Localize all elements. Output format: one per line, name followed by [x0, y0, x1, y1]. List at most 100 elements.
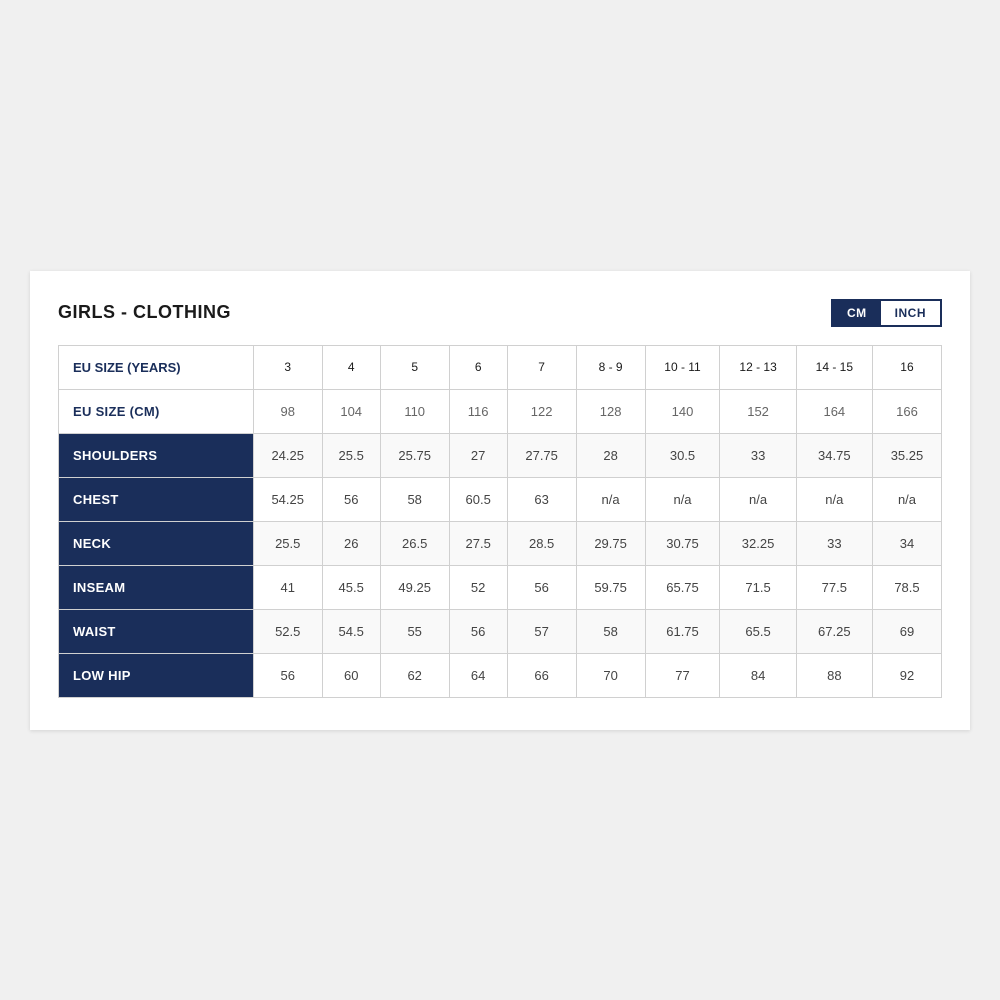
cell-4-2: 55: [380, 609, 449, 653]
cell-4-8: 67.25: [796, 609, 872, 653]
cell-3-1: 45.5: [322, 565, 380, 609]
cell-5-2: 62: [380, 653, 449, 697]
cell-4-7: 65.5: [720, 609, 796, 653]
cm-val-4: 104: [322, 389, 380, 433]
cell-1-5: n/a: [576, 477, 645, 521]
row-label-neck: NECK: [59, 521, 254, 565]
col-4: 4: [322, 345, 380, 389]
col-12-13: 12 - 13: [720, 345, 796, 389]
cell-1-8: n/a: [796, 477, 872, 521]
row-label-low-hip: LOW HIP: [59, 653, 254, 697]
cell-0-9: 35.25: [872, 433, 941, 477]
col-16: 16: [872, 345, 941, 389]
measurement-row-waist: WAIST52.554.55556575861.7565.567.2569: [59, 609, 942, 653]
cell-0-2: 25.75: [380, 433, 449, 477]
cm-val-10-11: 140: [645, 389, 720, 433]
size-years-row: EU SIZE (YEARS) 3 4 5 6 7 8 - 9 10 - 11 …: [59, 345, 942, 389]
cm-val-8-9: 128: [576, 389, 645, 433]
cell-0-4: 27.75: [507, 433, 576, 477]
size-table: EU SIZE (YEARS) 3 4 5 6 7 8 - 9 10 - 11 …: [58, 345, 942, 698]
col-14-15: 14 - 15: [796, 345, 872, 389]
size-years-label: EU SIZE (YEARS): [59, 345, 254, 389]
cell-1-6: n/a: [645, 477, 720, 521]
cell-1-7: n/a: [720, 477, 796, 521]
cell-1-0: 54.25: [253, 477, 322, 521]
cell-3-7: 71.5: [720, 565, 796, 609]
row-label-inseam: INSEAM: [59, 565, 254, 609]
size-guide-card: GIRLS - CLOTHING CM INCH EU SIZE (YEARS)…: [30, 271, 970, 730]
cell-2-4: 28.5: [507, 521, 576, 565]
measurement-row-neck: NECK25.52626.527.528.529.7530.7532.25333…: [59, 521, 942, 565]
cell-4-6: 61.75: [645, 609, 720, 653]
cell-3-9: 78.5: [872, 565, 941, 609]
cell-5-3: 64: [449, 653, 507, 697]
measurement-row-low-hip: LOW HIP56606264667077848892: [59, 653, 942, 697]
cell-4-4: 57: [507, 609, 576, 653]
cm-val-5: 110: [380, 389, 449, 433]
col-3: 3: [253, 345, 322, 389]
cell-2-9: 34: [872, 521, 941, 565]
cell-4-5: 58: [576, 609, 645, 653]
cell-3-4: 56: [507, 565, 576, 609]
cell-3-2: 49.25: [380, 565, 449, 609]
cell-2-8: 33: [796, 521, 872, 565]
cell-3-3: 52: [449, 565, 507, 609]
cell-5-1: 60: [322, 653, 380, 697]
cell-1-9: n/a: [872, 477, 941, 521]
col-7: 7: [507, 345, 576, 389]
cell-5-6: 77: [645, 653, 720, 697]
cell-0-0: 24.25: [253, 433, 322, 477]
card-header: GIRLS - CLOTHING CM INCH: [58, 299, 942, 327]
row-label-shoulders: SHOULDERS: [59, 433, 254, 477]
col-5: 5: [380, 345, 449, 389]
cell-5-5: 70: [576, 653, 645, 697]
cell-1-1: 56: [322, 477, 380, 521]
cm-val-3: 98: [253, 389, 322, 433]
cell-5-8: 88: [796, 653, 872, 697]
cell-2-5: 29.75: [576, 521, 645, 565]
measurement-row-shoulders: SHOULDERS24.2525.525.752727.752830.53334…: [59, 433, 942, 477]
cell-0-1: 25.5: [322, 433, 380, 477]
cell-1-3: 60.5: [449, 477, 507, 521]
cell-0-7: 33: [720, 433, 796, 477]
card-title: GIRLS - CLOTHING: [58, 302, 231, 323]
cell-5-9: 92: [872, 653, 941, 697]
cm-val-16: 166: [872, 389, 941, 433]
cell-3-8: 77.5: [796, 565, 872, 609]
row-label-chest: CHEST: [59, 477, 254, 521]
cell-1-4: 63: [507, 477, 576, 521]
cell-4-9: 69: [872, 609, 941, 653]
measurement-row-chest: CHEST54.25565860.563n/an/an/an/an/a: [59, 477, 942, 521]
cell-3-5: 59.75: [576, 565, 645, 609]
cell-1-2: 58: [380, 477, 449, 521]
cell-2-7: 32.25: [720, 521, 796, 565]
size-cm-row: EU SIZE (CM) 98 104 110 116 122 128 140 …: [59, 389, 942, 433]
cell-2-1: 26: [322, 521, 380, 565]
col-8-9: 8 - 9: [576, 345, 645, 389]
cm-val-14-15: 164: [796, 389, 872, 433]
cell-2-0: 25.5: [253, 521, 322, 565]
cell-3-0: 41: [253, 565, 322, 609]
cell-0-6: 30.5: [645, 433, 720, 477]
cm-val-6: 116: [449, 389, 507, 433]
cell-0-3: 27: [449, 433, 507, 477]
cell-4-1: 54.5: [322, 609, 380, 653]
cm-val-7: 122: [507, 389, 576, 433]
page-container: GIRLS - CLOTHING CM INCH EU SIZE (YEARS)…: [0, 0, 1000, 1000]
cell-4-0: 52.5: [253, 609, 322, 653]
cell-5-0: 56: [253, 653, 322, 697]
cell-0-5: 28: [576, 433, 645, 477]
cell-0-8: 34.75: [796, 433, 872, 477]
cm-val-12-13: 152: [720, 389, 796, 433]
cell-2-6: 30.75: [645, 521, 720, 565]
cell-5-4: 66: [507, 653, 576, 697]
cell-4-3: 56: [449, 609, 507, 653]
cell-3-6: 65.75: [645, 565, 720, 609]
size-cm-label: EU SIZE (CM): [59, 389, 254, 433]
cell-2-3: 27.5: [449, 521, 507, 565]
inch-button[interactable]: INCH: [881, 301, 940, 325]
col-6: 6: [449, 345, 507, 389]
cm-button[interactable]: CM: [833, 301, 881, 325]
cell-5-7: 84: [720, 653, 796, 697]
cell-2-2: 26.5: [380, 521, 449, 565]
